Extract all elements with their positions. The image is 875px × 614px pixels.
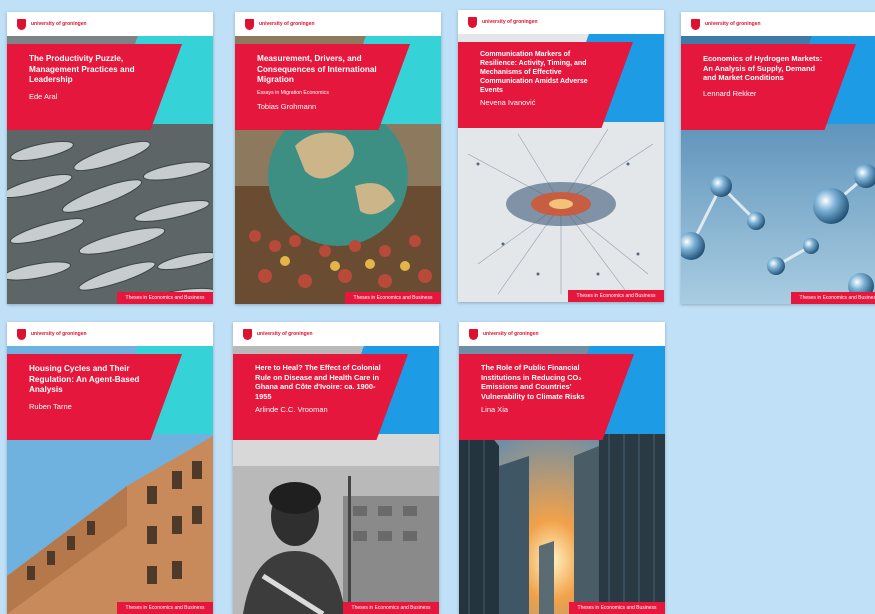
book-author: Lina Xia bbox=[481, 405, 509, 414]
book-title: The Productivity Puzzle, Management Prac… bbox=[29, 54, 135, 84]
cover-header: university of groningen bbox=[459, 322, 665, 346]
book-title: The Role of Public Financial Institution… bbox=[481, 363, 585, 401]
series-label: Theses in Economics and Business bbox=[343, 602, 439, 614]
book-subtitle: Essays in Migration Economics bbox=[257, 89, 329, 96]
university-crest-icon bbox=[245, 18, 254, 30]
book-cover-housing-cycles[interactable]: university of groningen Housing Cycles a… bbox=[7, 322, 213, 614]
cover-header: university of groningen bbox=[233, 322, 439, 346]
book-cover-hydrogen-markets[interactable]: university of groningen Economics of Hyd… bbox=[681, 12, 875, 304]
book-title: Communication Markers of Resilience: Act… bbox=[480, 51, 588, 94]
book-title: Economics of Hydrogen Markets: An Analys… bbox=[703, 54, 823, 82]
series-label: Theses in Economics and Business bbox=[568, 290, 664, 302]
book-title: Housing Cycles and Their Regulation: An … bbox=[29, 364, 140, 394]
series-label: Theses in Economics and Business bbox=[117, 602, 213, 614]
series-label: Theses in Economics and Business bbox=[791, 292, 875, 304]
cover-header: university of groningen bbox=[7, 322, 213, 346]
university-crest-icon bbox=[691, 18, 700, 30]
publisher-logo-text: university of groningen bbox=[257, 330, 313, 337]
book-author: Lennard Rekker bbox=[703, 88, 757, 98]
cover-header: university of groningen bbox=[681, 12, 875, 36]
university-crest-icon bbox=[243, 328, 252, 340]
university-crest-icon bbox=[468, 16, 477, 28]
book-author: Arlinde C.C. Vrooman bbox=[255, 405, 328, 414]
book-cover-productivity-puzzle[interactable]: university of groningen The Productivity… bbox=[7, 12, 213, 304]
book-cover-international-migration[interactable]: university of groningen Measurement, Dri… bbox=[235, 12, 441, 304]
book-cover-communication-resilience[interactable]: university of groningen Communication Ma… bbox=[458, 10, 664, 302]
publisher-logo-text: university of groningen bbox=[483, 330, 539, 337]
cover-header: university of groningen bbox=[458, 10, 664, 34]
book-author: Ruben Tarne bbox=[29, 401, 72, 411]
book-title: Measurement, Drivers, and Consequences o… bbox=[257, 54, 377, 84]
cover-header: university of groningen bbox=[7, 12, 213, 36]
book-author: Tobias Grohmann bbox=[257, 101, 317, 111]
series-label: Theses in Economics and Business bbox=[117, 292, 213, 304]
university-crest-icon bbox=[469, 328, 478, 340]
book-cover-public-financial-institutions[interactable]: university of groningen The Role of Publ… bbox=[459, 322, 665, 614]
book-cover-here-to-heal[interactable]: university of groningen Here to Heal? Th… bbox=[233, 322, 439, 614]
publisher-logo-text: university of groningen bbox=[31, 20, 87, 27]
book-author: Ede Aral bbox=[29, 91, 58, 101]
book-title: Here to Heal? The Effect of Colonial Rul… bbox=[255, 363, 381, 401]
book-author: Nevena Ivanović bbox=[480, 98, 536, 107]
series-label: Theses in Economics and Business bbox=[345, 292, 441, 304]
series-label: Theses in Economics and Business bbox=[569, 602, 665, 614]
publisher-logo-text: university of groningen bbox=[705, 20, 761, 27]
publisher-logo-text: university of groningen bbox=[259, 20, 315, 27]
cover-header: university of groningen bbox=[235, 12, 441, 36]
publisher-logo-text: university of groningen bbox=[482, 18, 538, 25]
university-crest-icon bbox=[17, 328, 26, 340]
university-crest-icon bbox=[17, 18, 26, 30]
publisher-logo-text: university of groningen bbox=[31, 330, 87, 337]
